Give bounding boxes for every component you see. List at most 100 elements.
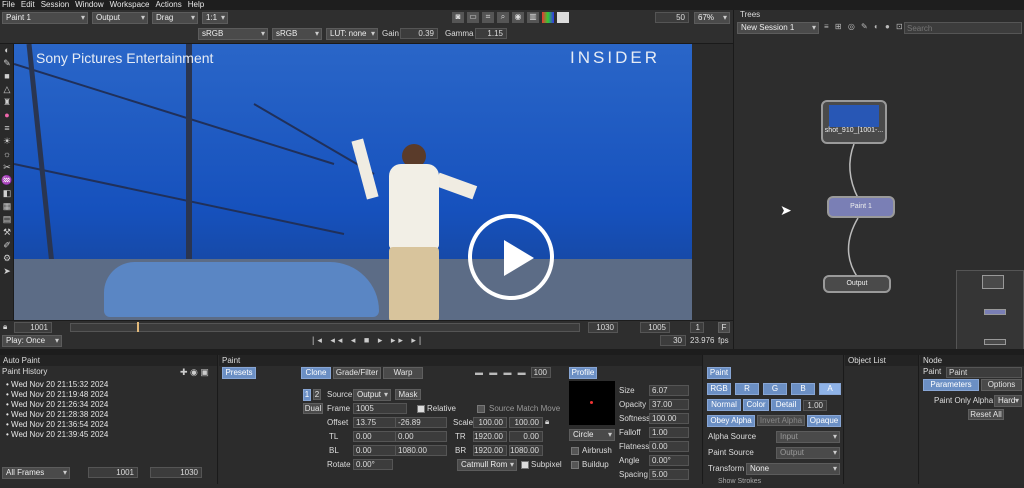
- flatness-field[interactable]: 0.00: [649, 441, 689, 452]
- frame-field[interactable]: 50: [655, 12, 689, 23]
- tr-x-field[interactable]: 1920.00: [473, 431, 507, 442]
- sliders-icon[interactable]: ≡: [0, 122, 14, 135]
- tab-clone[interactable]: Clone: [301, 367, 331, 379]
- filter-select[interactable]: Catmull Rom: [457, 459, 517, 471]
- add-history-icon[interactable]: ✚ ◉ ▣: [180, 367, 209, 378]
- dropper-icon[interactable]: ✐: [0, 239, 14, 252]
- color-bars-icon[interactable]: ▥: [527, 12, 539, 23]
- color-wheel-icon[interactable]: ●: [0, 109, 14, 122]
- transport-controls[interactable]: |◂ ◂◂ ◂ ■ ▸ ▸▸ ▸|: [312, 335, 424, 346]
- tab-parameters[interactable]: Parameters: [923, 379, 979, 391]
- history-item[interactable]: • Wed Nov 20 21:39:45 2024: [6, 430, 209, 440]
- br-y-field[interactable]: 1080.00: [509, 445, 543, 456]
- scissors-icon[interactable]: ✂: [0, 161, 14, 174]
- sun-icon[interactable]: ☀: [0, 135, 14, 148]
- crop-icon[interactable]: ⌗: [482, 12, 494, 23]
- tree-minimap[interactable]: [956, 270, 1024, 350]
- channel-rgb[interactable]: RGB: [707, 383, 731, 395]
- zoom-percent-select[interactable]: 67%: [694, 12, 730, 24]
- offset-y-field[interactable]: -26.89: [395, 417, 447, 428]
- timeline-playhead[interactable]: [137, 322, 139, 332]
- pointer-icon[interactable]: ➤: [0, 265, 14, 278]
- colorspace-select-1[interactable]: sRGB: [198, 28, 268, 40]
- mode-color[interactable]: Color: [743, 399, 769, 411]
- half-circle-icon[interactable]: ◐: [0, 44, 14, 57]
- brush-shape-icons[interactable]: ▬ ▬ ▬ ▬: [475, 368, 528, 377]
- gain-field[interactable]: 0.39: [400, 28, 438, 39]
- timeline-end-field[interactable]: 1005: [640, 322, 670, 333]
- rotate-field[interactable]: 0.00°: [353, 459, 393, 470]
- menu-session[interactable]: Session: [41, 0, 69, 10]
- mask-button[interactable]: Mask: [395, 389, 421, 400]
- triangle-icon[interactable]: △: [0, 83, 14, 96]
- timeline-start-field[interactable]: 1001: [14, 322, 52, 333]
- opacity-field[interactable]: 37.00: [649, 399, 689, 410]
- detail-field[interactable]: 1.00: [803, 400, 827, 411]
- invert-alpha-button[interactable]: Invert Alpha: [757, 415, 805, 426]
- timeline-step-field[interactable]: 1: [690, 322, 704, 333]
- falloff-field[interactable]: 1.00: [649, 427, 689, 438]
- source-match-move-checkbox[interactable]: [477, 405, 485, 413]
- source-select[interactable]: Output: [353, 389, 391, 401]
- dual-button[interactable]: Dual: [303, 403, 323, 414]
- zoom-ratio-select[interactable]: 1:1: [202, 12, 228, 24]
- alpha-source-select[interactable]: Input: [776, 431, 840, 443]
- reset-all-button[interactable]: Reset All: [968, 409, 1004, 420]
- size-field[interactable]: 6.07: [649, 385, 689, 396]
- transform-select[interactable]: None: [746, 463, 840, 475]
- softness-field[interactable]: 100.00: [649, 413, 689, 424]
- sun-small-icon[interactable]: ☼: [0, 148, 14, 161]
- brush-value-field[interactable]: 100: [531, 367, 551, 378]
- white-swatch-icon[interactable]: [557, 12, 569, 23]
- range-end-field[interactable]: 1030: [150, 467, 202, 478]
- paint-only-alpha-select[interactable]: Hard: [994, 395, 1022, 407]
- drag-select[interactable]: Drag: [152, 12, 198, 24]
- colorspace-select-2[interactable]: sRGB: [272, 28, 322, 40]
- tab-grade-filter[interactable]: Grade/Filter: [333, 367, 381, 379]
- paint-source-select[interactable]: Output: [776, 447, 840, 459]
- channel-g[interactable]: G: [763, 383, 787, 395]
- fullscreen-button[interactable]: F: [718, 322, 730, 333]
- menu-actions[interactable]: Actions: [155, 0, 181, 10]
- buildup-checkbox[interactable]: [571, 461, 579, 469]
- node-shot-910[interactable]: shot_910_[1001-...: [821, 100, 887, 144]
- eraser-icon[interactable]: ◧: [0, 187, 14, 200]
- menu-window[interactable]: Window: [75, 0, 103, 10]
- channel-r[interactable]: R: [735, 383, 759, 395]
- channel-a[interactable]: A: [819, 383, 841, 395]
- node-name-field[interactable]: Paint: [946, 367, 1022, 378]
- lut-select[interactable]: LUT: none: [326, 28, 378, 40]
- image-viewer[interactable]: Sony Pictures Entertainment INSIDER: [14, 44, 692, 320]
- table-icon[interactable]: ▤: [0, 213, 14, 226]
- spacing-field[interactable]: 5.00: [649, 469, 689, 480]
- tl-y-field[interactable]: 0.00: [395, 431, 447, 442]
- tr-y-field[interactable]: 0.00: [509, 431, 543, 442]
- profile-tab[interactable]: Profile: [569, 367, 597, 379]
- history-item[interactable]: • Wed Nov 20 21:19:48 2024: [6, 390, 209, 400]
- scale-y-field[interactable]: 100.00: [509, 417, 543, 428]
- menu-help[interactable]: Help: [188, 0, 204, 10]
- square-icon[interactable]: ■: [0, 70, 14, 83]
- opaque-button[interactable]: Opaque: [807, 415, 841, 427]
- obey-alpha-button[interactable]: Obey Alpha: [707, 415, 755, 427]
- node-output[interactable]: Output: [823, 275, 891, 293]
- tab-options[interactable]: Options: [981, 379, 1022, 391]
- node-select[interactable]: Paint 1: [2, 12, 88, 24]
- menu-file[interactable]: File: [2, 0, 15, 10]
- frame-field[interactable]: 1005: [353, 403, 407, 414]
- subpixel-checkbox[interactable]: [521, 461, 529, 469]
- rgb-channel-icon[interactable]: [542, 12, 554, 23]
- wrench-icon[interactable]: ⚒: [0, 226, 14, 239]
- play-overlay-icon[interactable]: [468, 214, 554, 300]
- play-mode-select[interactable]: Play: Once: [2, 335, 62, 347]
- relative-checkbox[interactable]: [417, 405, 425, 413]
- timeline-current-field[interactable]: 1030: [588, 322, 618, 333]
- scale-lock-icon[interactable]: 🔒︎: [545, 417, 549, 427]
- smudge-icon[interactable]: ♒: [0, 174, 14, 187]
- clone-slot-1[interactable]: 1: [303, 389, 311, 401]
- menu-edit[interactable]: Edit: [21, 0, 35, 10]
- eye-icon[interactable]: ◉: [512, 12, 524, 23]
- output-select[interactable]: Output: [92, 12, 148, 24]
- menu-workspace[interactable]: Workspace: [110, 0, 150, 10]
- bl-y-field[interactable]: 1080.00: [395, 445, 447, 456]
